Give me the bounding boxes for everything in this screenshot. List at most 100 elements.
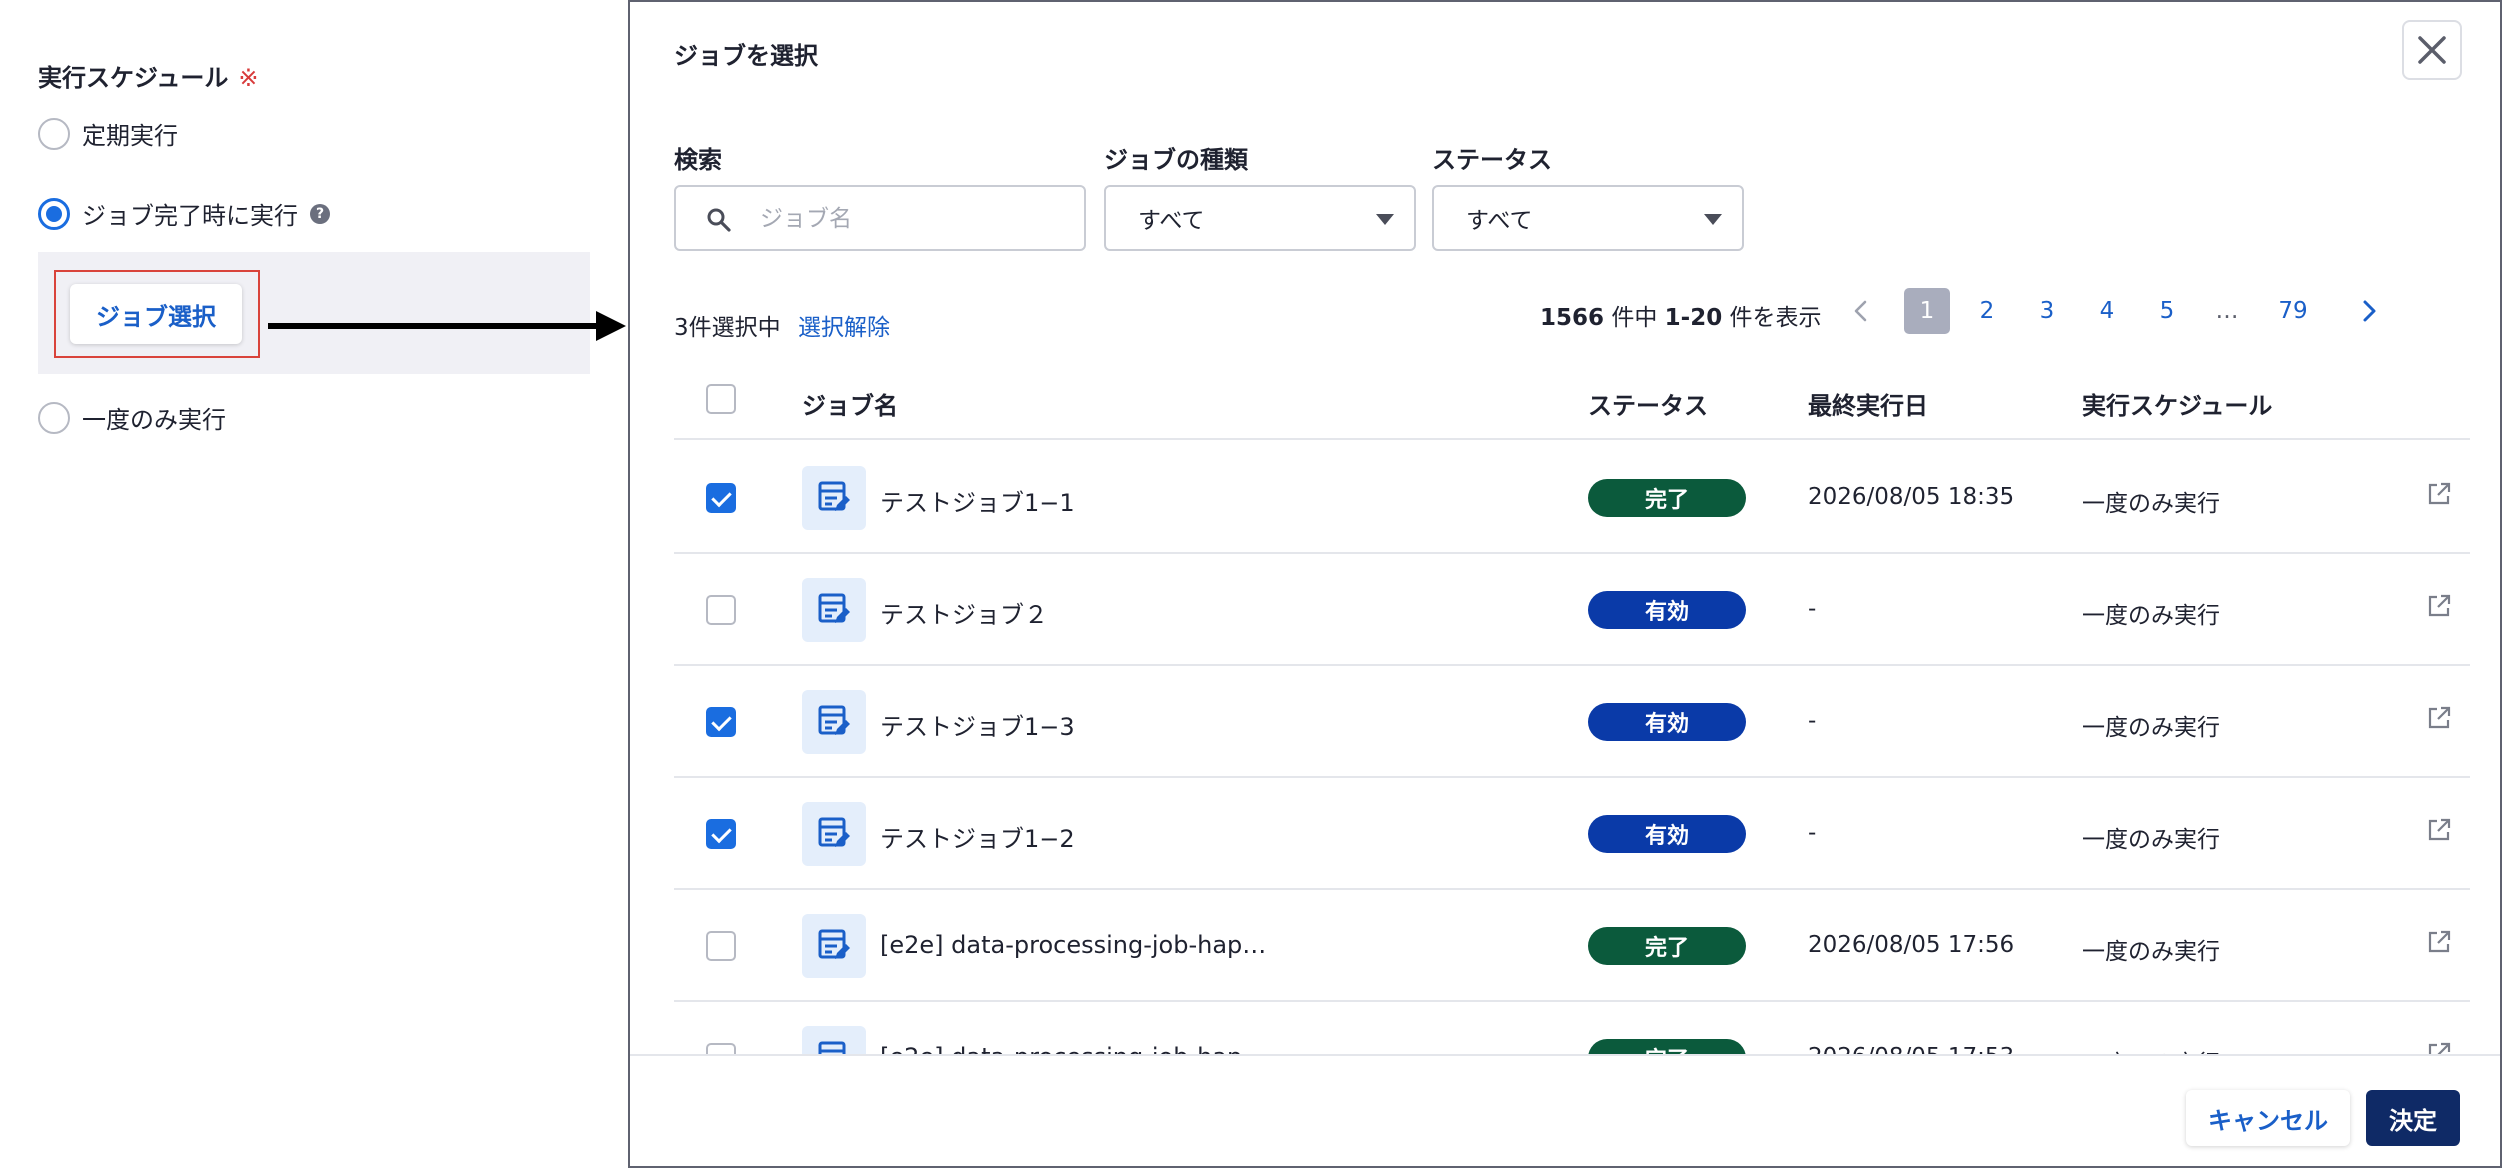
job-icon <box>802 578 866 642</box>
page-79[interactable]: 79 <box>2270 288 2316 334</box>
next-page-button[interactable] <box>2346 288 2392 334</box>
header-status: ステータス <box>1588 392 1708 420</box>
row-checkbox[interactable] <box>706 483 736 513</box>
job-select-button[interactable]: ジョブ選択 <box>70 284 242 344</box>
job-icon <box>802 914 866 978</box>
table-row[interactable]: テストジョブ1−3 有効 - 一度のみ実行 <box>674 666 2470 778</box>
page-5[interactable]: 5 <box>2144 288 2190 334</box>
selected-count: 3件選択中 <box>674 315 781 341</box>
modal-footer: キャンセル 決定 <box>630 1054 2500 1166</box>
external-link-icon[interactable] <box>2426 705 2452 731</box>
page-4[interactable]: 4 <box>2084 288 2130 334</box>
schedule-label: 実行スケジュール ※ <box>38 58 258 93</box>
job-icon <box>802 466 866 530</box>
header-schedule: 実行スケジュール <box>2082 392 2273 420</box>
job-select-panel: ジョブ選択 <box>38 252 590 374</box>
header-last-run: 最終実行日 <box>1808 392 1928 420</box>
status-value: すべて <box>1466 208 1533 234</box>
schedule-text: 一度のみ実行 <box>2082 827 2220 853</box>
schedule-text: 一度のみ実行 <box>2082 715 2220 741</box>
external-link-icon[interactable] <box>2426 593 2452 619</box>
cancel-button[interactable]: キャンセル <box>2186 1090 2350 1146</box>
row-checkbox[interactable] <box>706 707 736 737</box>
required-mark: ※ <box>238 64 259 92</box>
radio-periodic[interactable]: 定期実行 <box>38 116 178 151</box>
summary-suffix: 件を表示 <box>1722 305 1822 331</box>
row-checkbox[interactable] <box>706 931 736 961</box>
radio-on-job-complete[interactable]: ジョブ完了時に実行 ? <box>38 196 330 231</box>
header-job-name: ジョブ名 <box>802 392 898 420</box>
last-run-date: - <box>1808 708 1817 734</box>
radio-on-job-complete-label: ジョブ完了時に実行 <box>82 202 298 230</box>
last-run-date: 2026/08/05 17:56 <box>1808 932 2015 958</box>
job-select-modal: ジョブを選択 検索 ジョブの種類 ステータス すべて すべて 3件選択中 選択解… <box>628 0 2502 1168</box>
status-badge: 有効 <box>1588 591 1746 629</box>
confirm-button[interactable]: 決定 <box>2366 1090 2460 1146</box>
job-name: テストジョブ1−1 <box>880 489 1075 517</box>
job-icon <box>802 690 866 754</box>
job-type-value: すべて <box>1138 208 1205 234</box>
chevron-left-icon <box>1854 300 1867 322</box>
page-1[interactable]: 1 <box>1904 288 1950 334</box>
schedule-form: 実行スケジュール ※ 定期実行 ジョブ完了時に実行 ? ジョブ選択 一度のみ実行 <box>0 0 620 1168</box>
search-icon <box>707 208 731 232</box>
table-row[interactable]: テストジョブ1−2 有効 - 一度のみ実行 <box>674 778 2470 890</box>
external-link-icon[interactable] <box>2426 929 2452 955</box>
schedule-text: 一度のみ実行 <box>2082 603 2220 629</box>
summary-total: 1566 <box>1540 305 1605 331</box>
row-checkbox[interactable] <box>706 819 736 849</box>
status-filter-label: ステータス <box>1432 146 1552 174</box>
summary-middle: 件中 <box>1604 305 1665 331</box>
status-select[interactable]: すべて <box>1432 185 1744 251</box>
job-name: [e2e] data-processing-job-hap… <box>880 931 1267 959</box>
table-row[interactable]: テストジョブ２ 有効 - 一度のみ実行 <box>674 554 2470 666</box>
caret-down-icon <box>1376 214 1394 225</box>
close-icon <box>2418 36 2446 64</box>
status-badge: 完了 <box>1588 479 1746 517</box>
last-run-date: - <box>1808 820 1817 846</box>
page-ellipsis: … <box>2215 298 2239 324</box>
status-badge: 完了 <box>1588 927 1746 965</box>
modal-title: ジョブを選択 <box>674 42 818 70</box>
radio-run-once[interactable]: 一度のみ実行 <box>38 400 226 435</box>
external-link-icon[interactable] <box>2426 817 2452 843</box>
job-type-label: ジョブの種類 <box>1104 146 1248 174</box>
clear-selection-link[interactable]: 選択解除 <box>798 308 890 342</box>
job-icon <box>802 802 866 866</box>
schedule-text: 一度のみ実行 <box>2082 491 2220 517</box>
radio-on-job-complete-circle[interactable] <box>38 197 70 230</box>
chevron-right-icon <box>2363 300 2376 322</box>
radio-run-once-circle[interactable] <box>38 401 70 434</box>
result-summary: 1566 件中 1-20 件を表示 <box>1540 298 1822 332</box>
job-name: テストジョブ1−3 <box>880 713 1075 741</box>
last-run-date: 2026/08/05 18:35 <box>1808 484 2015 510</box>
table-row[interactable]: テストジョブ1−1 完了 2026/08/05 18:35 一度のみ実行 <box>674 442 2470 554</box>
search-label: 検索 <box>674 146 722 174</box>
select-all-checkbox[interactable] <box>706 384 736 414</box>
highlight-frame: ジョブ選択 <box>54 270 260 358</box>
job-name: テストジョブ２ <box>880 601 1048 629</box>
row-checkbox[interactable] <box>706 595 736 625</box>
job-name: テストジョブ1−2 <box>880 825 1075 853</box>
radio-periodic-label: 定期実行 <box>82 122 178 150</box>
last-run-date: - <box>1808 596 1817 622</box>
caret-down-icon <box>1704 214 1722 225</box>
close-button[interactable] <box>2402 20 2462 80</box>
status-badge: 有効 <box>1588 703 1746 741</box>
arrow-line <box>268 323 598 329</box>
page-3[interactable]: 3 <box>2024 288 2070 334</box>
radio-periodic-circle[interactable] <box>38 117 70 150</box>
table-header: ジョブ名 ステータス 最終実行日 実行スケジュール <box>674 362 2470 440</box>
external-link-icon[interactable] <box>2426 481 2452 507</box>
radio-run-once-label: 一度のみ実行 <box>82 406 226 434</box>
page-2[interactable]: 2 <box>1964 288 2010 334</box>
table-row[interactable]: [e2e] data-processing-job-hap… 完了 2026/08/… <box>674 890 2470 1002</box>
arrow-head-icon <box>596 311 626 341</box>
search-input[interactable] <box>760 197 1060 241</box>
job-type-select[interactable]: すべて <box>1104 185 1416 251</box>
summary-range: 1-20 <box>1664 305 1723 331</box>
prev-page-button[interactable] <box>1838 288 1884 334</box>
help-icon[interactable]: ? <box>310 203 330 224</box>
search-field[interactable] <box>674 185 1086 251</box>
schedule-text: 一度のみ実行 <box>2082 939 2220 965</box>
